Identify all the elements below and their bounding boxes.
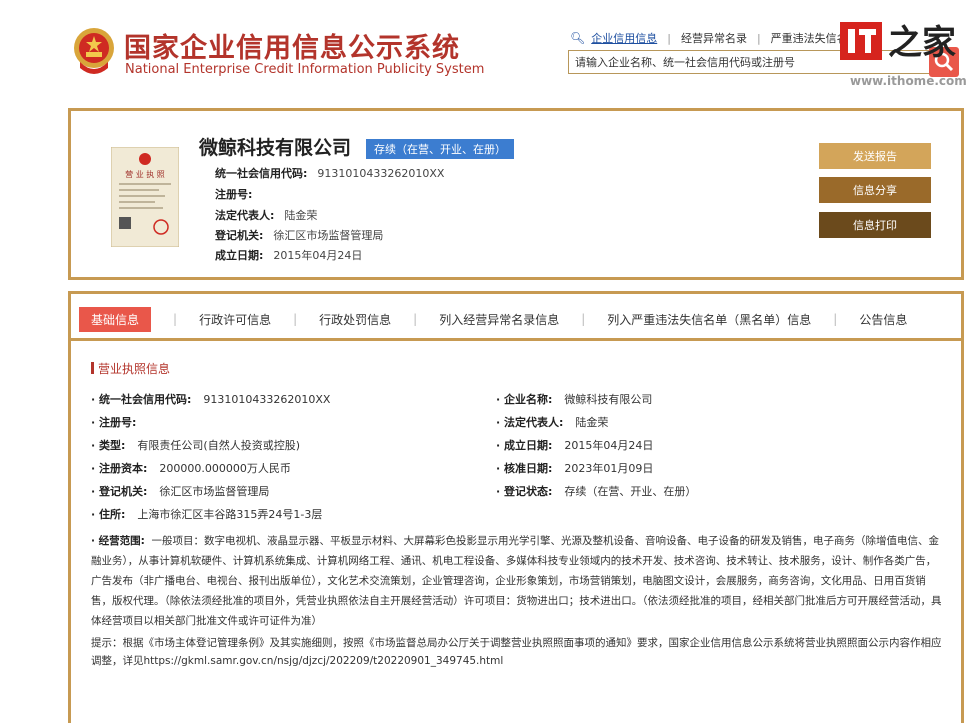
info-reg-number: 注册号: bbox=[215, 186, 262, 202]
field-label: 统一社会信用代码: bbox=[215, 167, 308, 180]
tab-separator: | bbox=[581, 312, 586, 326]
field-value: 陆金荣 bbox=[284, 209, 318, 222]
field-label: · 注册号: bbox=[91, 416, 137, 429]
field-label: 登记机关: bbox=[215, 229, 264, 242]
tab-separator: | bbox=[833, 312, 838, 326]
site-title-en: National Enterprise Credit Information P… bbox=[125, 62, 485, 77]
field-value: 2015年04月24日 bbox=[273, 249, 363, 262]
field-label: · 统一社会信用代码: bbox=[91, 393, 192, 406]
field-label: · 企业名称: bbox=[496, 393, 553, 406]
business-scope: · 经营范围: 一般项目：数字电视机、液晶显示器、平板显示材料、大屏幕彩色投影显… bbox=[91, 531, 943, 631]
info-registration-authority: 登记机关: 徐汇区市场监督管理局 bbox=[215, 227, 383, 243]
tab-blacklist[interactable]: 列入严重违法失信名单（黑名单）信息 bbox=[607, 311, 811, 328]
field-registration-status: · 登记状态: 存续（在营、开业、在册） bbox=[496, 483, 696, 499]
tab-basic-info[interactable]: 基础信息 bbox=[79, 306, 152, 332]
field-label: · 登记机关: bbox=[91, 485, 148, 498]
info-established-date: 成立日期: 2015年04月24日 bbox=[215, 247, 362, 263]
search-icon: 🔍︎ bbox=[570, 31, 586, 45]
field-value: 上海市徐汇区丰谷路315弄24号1-3层 bbox=[137, 508, 323, 521]
tab-admin-penalty[interactable]: 行政处罚信息 bbox=[319, 311, 391, 328]
field-company-name: · 企业名称: 微鲸科技有限公司 bbox=[496, 391, 652, 407]
national-emblem-icon bbox=[74, 28, 114, 74]
business-license-image: 营 业 执 照 bbox=[111, 147, 179, 247]
tab-announcements[interactable]: 公告信息 bbox=[859, 311, 907, 328]
company-name: 微鲸科技有限公司 bbox=[199, 137, 352, 159]
tab-admin-license[interactable]: 行政许可信息 bbox=[199, 311, 271, 328]
info-legal-rep: 法定代表人: 陆金荣 bbox=[215, 207, 317, 223]
field-value: 200000.000000万人民币 bbox=[159, 462, 291, 475]
watermark-url: www.ithome.com bbox=[850, 74, 967, 88]
info-tabs: 基础信息 | 行政许可信息 | 行政处罚信息 | 列入经营异常名录信息 | 列入… bbox=[79, 304, 955, 334]
field-value: 2015年04月24日 bbox=[564, 439, 654, 452]
nav-enterprise-credit[interactable]: 企业信用信息 bbox=[591, 30, 657, 46]
tab-separator: | bbox=[293, 312, 298, 326]
tab-abnormal-list[interactable]: 列入经营异常名录信息 bbox=[439, 311, 559, 328]
tab-underline bbox=[71, 338, 961, 341]
field-value: 微鲸科技有限公司 bbox=[564, 393, 653, 406]
field-label: 注册号: bbox=[215, 188, 253, 201]
field-value: 9131010433262010XX bbox=[203, 393, 331, 406]
field-label: 法定代表人: bbox=[215, 209, 275, 222]
field-label: · 核准日期: bbox=[496, 462, 553, 475]
status-badge: 存续（在营、开业、在册） bbox=[366, 139, 514, 159]
field-registration-authority: · 登记机关: 徐汇区市场监督管理局 bbox=[91, 483, 269, 499]
tab-separator: | bbox=[173, 312, 178, 326]
field-value: 徐汇区市场监督管理局 bbox=[159, 485, 270, 498]
site-title-cn: 国家企业信用信息公示系统 bbox=[124, 33, 460, 64]
section-title-text: 营业执照信息 bbox=[98, 362, 171, 376]
info-credit-code: 统一社会信用代码: 9131010433262010XX bbox=[215, 165, 444, 181]
field-value: 9131010433262010XX bbox=[317, 167, 445, 180]
send-report-button[interactable]: 发送报告 bbox=[819, 143, 931, 169]
field-value: 2023年01月09日 bbox=[564, 462, 654, 475]
section-title: 营业执照信息 bbox=[91, 360, 170, 377]
svg-text:营 业 执 照: 营 业 执 照 bbox=[125, 169, 165, 179]
site-header: 国家企业信用信息公示系统 National Enterprise Credit … bbox=[0, 0, 975, 92]
field-value: 陆金荣 bbox=[575, 416, 609, 429]
nav-abnormal-list[interactable]: 经营异常名录 bbox=[681, 30, 747, 46]
tab-separator: | bbox=[413, 312, 418, 326]
field-credit-code: · 统一社会信用代码: 9131010433262010XX bbox=[91, 391, 330, 407]
nav-separator: | bbox=[667, 31, 671, 45]
field-legal-rep: · 法定代表人: 陆金荣 bbox=[496, 414, 608, 430]
svg-text:之家: 之家 bbox=[888, 23, 956, 63]
field-label: · 类型: bbox=[91, 439, 126, 452]
field-label: · 登记状态: bbox=[496, 485, 553, 498]
notice-tip: 提示：根据《市场主体登记管理条例》及其实施细则，按照《市场监督总局办公厅关于调整… bbox=[91, 637, 942, 667]
field-registered-capital: · 注册资本: 200000.000000万人民币 bbox=[91, 460, 291, 476]
field-address: · 住所: 上海市徐汇区丰谷路315弄24号1-3层 bbox=[91, 506, 322, 522]
share-info-button[interactable]: 信息分享 bbox=[819, 177, 931, 203]
business-scope-text: 一般项目：数字电视机、液晶显示器、平板显示材料、大屏幕彩色投影显示用光学引擎、光… bbox=[91, 535, 942, 627]
field-value: 存续（在营、开业、在册） bbox=[564, 485, 697, 498]
field-label: · 法定代表人: bbox=[496, 416, 564, 429]
nav-separator: | bbox=[756, 31, 761, 45]
field-label: · 成立日期: bbox=[496, 439, 553, 452]
field-type: · 类型: 有限责任公司(自然人投资或控股) bbox=[91, 437, 300, 453]
field-value: 有限责任公司(自然人投资或控股) bbox=[137, 439, 301, 452]
field-label: · 经营范围: bbox=[91, 535, 145, 547]
field-reg-number: · 注册号: bbox=[91, 414, 148, 430]
field-label: 成立日期: bbox=[215, 249, 264, 262]
field-label: · 住所: bbox=[91, 508, 126, 521]
field-label: · 注册资本: bbox=[91, 462, 148, 475]
field-value: 徐汇区市场监督管理局 bbox=[273, 229, 384, 242]
section-marker bbox=[91, 362, 94, 374]
field-approval-date: · 核准日期: 2023年01月09日 bbox=[496, 460, 653, 476]
top-nav: 🔍︎ 企业信用信息 | 经营异常名录 | 严重违法失信名单 bbox=[570, 30, 859, 46]
company-summary-panel: 营 业 执 照 微鲸科技有限公司 存续（在营、开业、在册） 统一社会信用代码: 9… bbox=[68, 108, 964, 280]
print-info-button[interactable]: 信息打印 bbox=[819, 212, 931, 238]
detail-panel: 基础信息 | 行政许可信息 | 行政处罚信息 | 列入经营异常名录信息 | 列入… bbox=[68, 291, 964, 723]
field-established-date: · 成立日期: 2015年04月24日 bbox=[496, 437, 653, 453]
